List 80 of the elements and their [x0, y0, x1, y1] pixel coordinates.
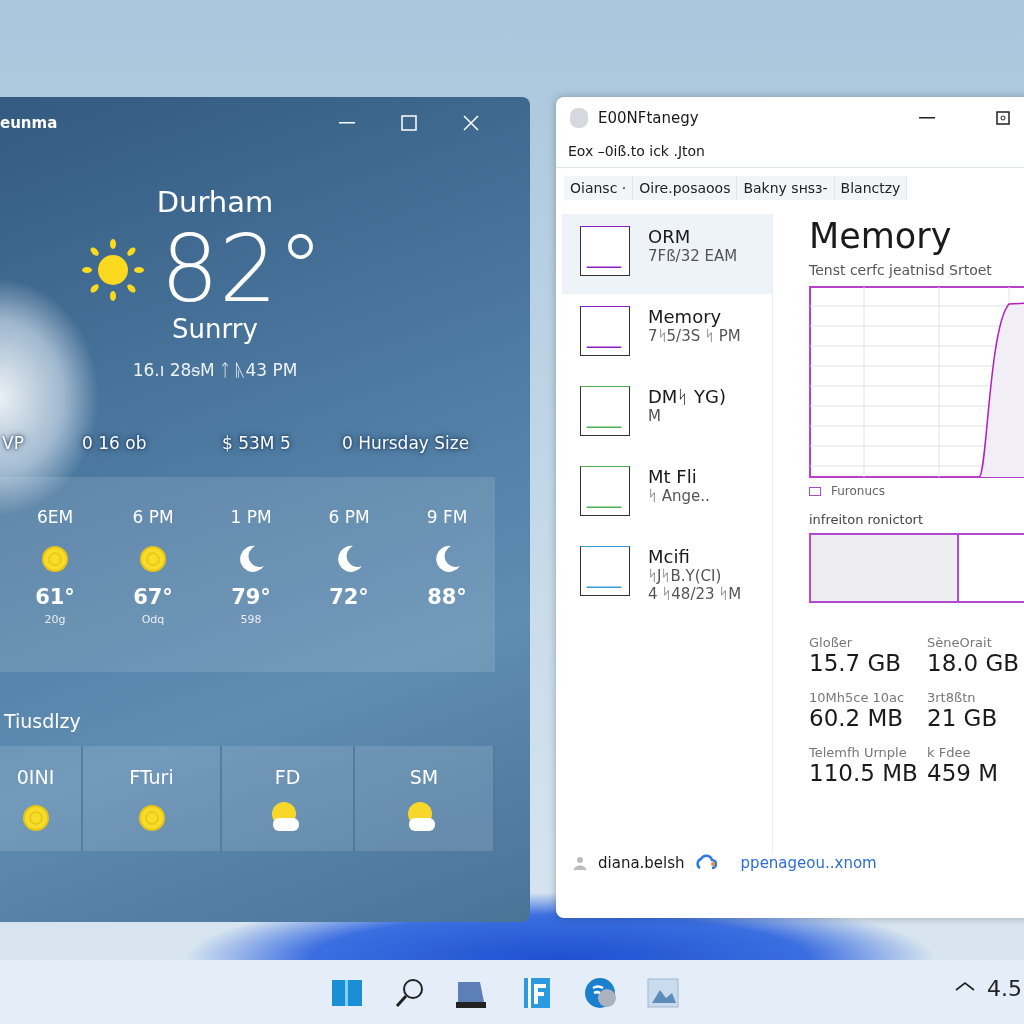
tab[interactable]: Blanctzy: [834, 176, 908, 200]
user-name: diana.belsh: [598, 854, 685, 872]
window-title: eunma: [0, 114, 59, 132]
stat-label: SèneOrait: [927, 635, 993, 650]
tab[interactable]: Bakny sнsз-: [737, 176, 835, 200]
sidebar-item-name: DMᛋ YG): [648, 386, 727, 407]
stat-value: 18.0 GB: [927, 650, 1019, 676]
stat-value: 459 M: [927, 760, 1000, 786]
forecast-note: 20g: [44, 613, 66, 627]
city-name: Durham: [156, 185, 274, 219]
stat-value: 21 GB: [927, 705, 999, 731]
stat-label: k Fdee: [927, 745, 972, 760]
day-label: SM: [409, 766, 439, 789]
sidebar-item-detail: 4 ᛋ48/23 ᛋM: [648, 585, 742, 603]
day-label: 0INI: [16, 766, 55, 789]
chart-subtitle: Tenst cerfc jeatnisd Srtoet: [809, 262, 993, 278]
sidebar-item[interactable]: Mcifi ᛋJᛋB.Y(CI) 4 ᛋ48/23 ᛋM: [562, 534, 772, 634]
forecast-hour: 6EM: [36, 507, 74, 528]
maximize-icon: [996, 111, 1010, 125]
stat-value: 15.7 GB: [809, 650, 903, 676]
close-icon: [463, 115, 479, 131]
forecast-note: 598: [240, 613, 262, 627]
window-title: E00NFtanegy: [598, 109, 700, 127]
forecast-hour: 9 FM: [426, 507, 468, 528]
sidebar-item-detail: M: [648, 407, 662, 425]
sun-icon: [82, 238, 145, 301]
forecast-temperature: 79°: [231, 585, 271, 610]
stat-label: 3rt8ßtn: [927, 690, 977, 705]
day-label: FTuri: [129, 766, 174, 789]
legend-icon: [809, 486, 821, 496]
sidebar-item-detail: ᛋJᛋB.Y(CI): [648, 567, 723, 585]
stat-label: 10Mh5ce 10ac: [809, 690, 906, 705]
user-icon: [572, 855, 588, 871]
day-heading: Tiusdlzy: [4, 710, 82, 733]
forecast-note: Odq: [141, 613, 165, 627]
sidebar-item-name: Memory: [648, 306, 723, 327]
minimize-icon: [339, 122, 355, 124]
weather-condition: Sunrry: [172, 314, 258, 345]
weather-stat: 0 Hursday Size: [342, 433, 471, 454]
section-heading: Memory: [809, 216, 953, 256]
cloud-icon: [694, 854, 717, 872]
clock-time[interactable]: 4.5: [987, 976, 1022, 1001]
updated-time: 16.ı 28ᵴM ᛏ ᚣ43 PM: [132, 360, 298, 382]
weather-stat: 0 16 ob: [82, 433, 148, 454]
sidebar-item[interactable]: Mt Fli ᛋ Ange..: [562, 454, 772, 534]
sidebar-item-detail: ᛋ Ange..: [648, 487, 710, 505]
sidebar-item-name: Mcifi: [648, 546, 691, 567]
sidebar-item-name: Mt Fli: [648, 466, 698, 487]
forecast-temperature: 88°: [427, 585, 467, 610]
composition-label: infreiton ronictort: [809, 512, 925, 527]
stat-label: Gloßer: [809, 635, 854, 650]
web-link[interactable]: ppenageou..xnom: [740, 854, 877, 872]
legend-label: Furonucs: [831, 484, 885, 498]
forecast-hour: 6 PM: [328, 507, 370, 528]
image-icon[interactable]: [646, 976, 680, 1010]
minimize-icon: [919, 117, 935, 119]
tab[interactable]: Oire.posaoos: [633, 176, 738, 200]
menu-bar[interactable]: Eox –0iß.to ick .Jton: [556, 139, 1024, 168]
app-icon: [570, 108, 588, 128]
weather-stat: $ 53M 5: [222, 433, 292, 454]
sidebar-item[interactable]: ORM 7Fß/32 EAM: [562, 214, 772, 294]
weather-stat: VP: [2, 433, 25, 454]
chevron-up-icon[interactable]: [954, 980, 976, 992]
stat-label: Telemfh Urnple: [809, 745, 908, 760]
forecast-hour: 1 PM: [230, 507, 272, 528]
forecast-hour: 6 PM: [132, 507, 174, 528]
tab[interactable]: Oiansc ·: [564, 176, 634, 200]
sidebar-item[interactable]: DMᛋ YG) M: [562, 374, 772, 454]
maximize-icon: [401, 115, 417, 131]
sidebar-item-name: ORM: [648, 226, 692, 247]
globe-icon[interactable]: [584, 976, 618, 1010]
stat-value: 110.5 MB: [809, 760, 919, 786]
sidebar-item[interactable]: Memory 7ᛋ5/3S ᛋ PM: [562, 294, 772, 374]
forecast-temperature: 61°: [35, 585, 75, 610]
forecast-temperature: 72°: [329, 585, 369, 610]
forecast-temperature: 67°: [133, 585, 173, 610]
sidebar-item-detail: 7Fß/32 EAM: [648, 247, 738, 265]
sidebar-item-detail: 7ᛋ5/3S ᛋ PM: [648, 327, 741, 345]
stat-value: 60.2 MB: [809, 705, 905, 731]
day-label: FD: [274, 766, 301, 789]
